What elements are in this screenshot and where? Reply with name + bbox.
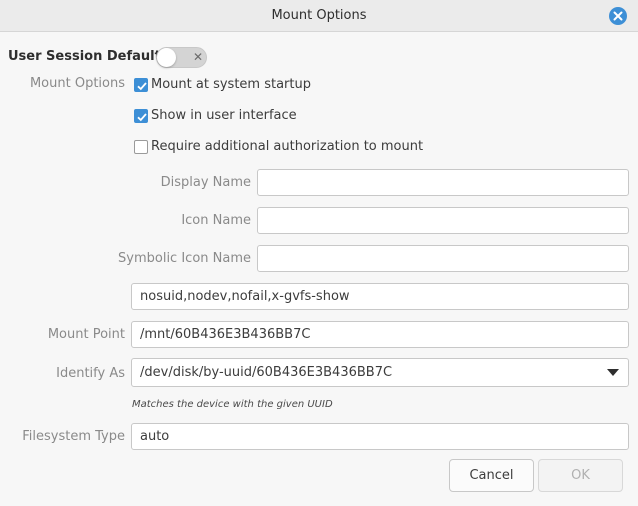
window-title: Mount Options xyxy=(271,8,367,23)
mount-at-startup-label[interactable]: Mount at system startup xyxy=(151,77,311,92)
icon-name-field[interactable] xyxy=(257,207,629,234)
checkmark-icon xyxy=(137,82,147,91)
filesystem-type-field[interactable]: auto xyxy=(131,423,629,450)
user-session-defaults-label: User Session Defaults xyxy=(8,49,169,64)
checkmark-icon xyxy=(137,113,147,122)
identify-as-hint: Matches the device with the given UUID xyxy=(132,399,333,410)
icon-name-label: Icon Name xyxy=(181,213,251,228)
symbolic-icon-name-field[interactable] xyxy=(257,245,629,272)
ok-button[interactable]: OK xyxy=(538,459,623,492)
show-in-ui-checkbox[interactable] xyxy=(134,109,148,123)
display-name-field[interactable] xyxy=(257,169,629,196)
close-button[interactable] xyxy=(609,7,627,25)
close-icon xyxy=(613,11,623,21)
mount-options-field[interactable]: nosuid,nodev,nofail,x-gvfs-show xyxy=(131,283,629,310)
identify-as-label: Identify As xyxy=(56,366,125,381)
mount-point-field[interactable]: /mnt/60B436E3B436BB7C xyxy=(131,321,629,348)
show-in-ui-label[interactable]: Show in user interface xyxy=(151,108,297,123)
mount-point-label: Mount Point xyxy=(47,327,125,342)
filesystem-type-label: Filesystem Type xyxy=(22,429,125,444)
toggle-knob xyxy=(157,48,176,67)
mount-options-label: Mount Options xyxy=(29,76,125,91)
toggle-off-icon: ✕ xyxy=(193,50,204,64)
identify-as-dropdown[interactable]: /dev/disk/by-uuid/60B436E3B436BB7C xyxy=(131,358,629,387)
title-bar: Mount Options xyxy=(0,0,638,32)
require-authorization-label[interactable]: Require additional authorization to moun… xyxy=(151,139,423,154)
symbolic-icon-name-label: Symbolic Icon Name xyxy=(118,251,251,266)
dropdown-arrow-icon xyxy=(607,369,619,376)
user-session-defaults-toggle[interactable]: ✕ xyxy=(156,47,207,68)
identify-as-value: /dev/disk/by-uuid/60B436E3B436BB7C xyxy=(140,365,393,380)
require-authorization-checkbox[interactable] xyxy=(134,140,148,154)
mount-at-startup-checkbox[interactable] xyxy=(134,78,148,92)
display-name-label: Display Name xyxy=(160,175,251,190)
cancel-button[interactable]: Cancel xyxy=(449,459,534,492)
